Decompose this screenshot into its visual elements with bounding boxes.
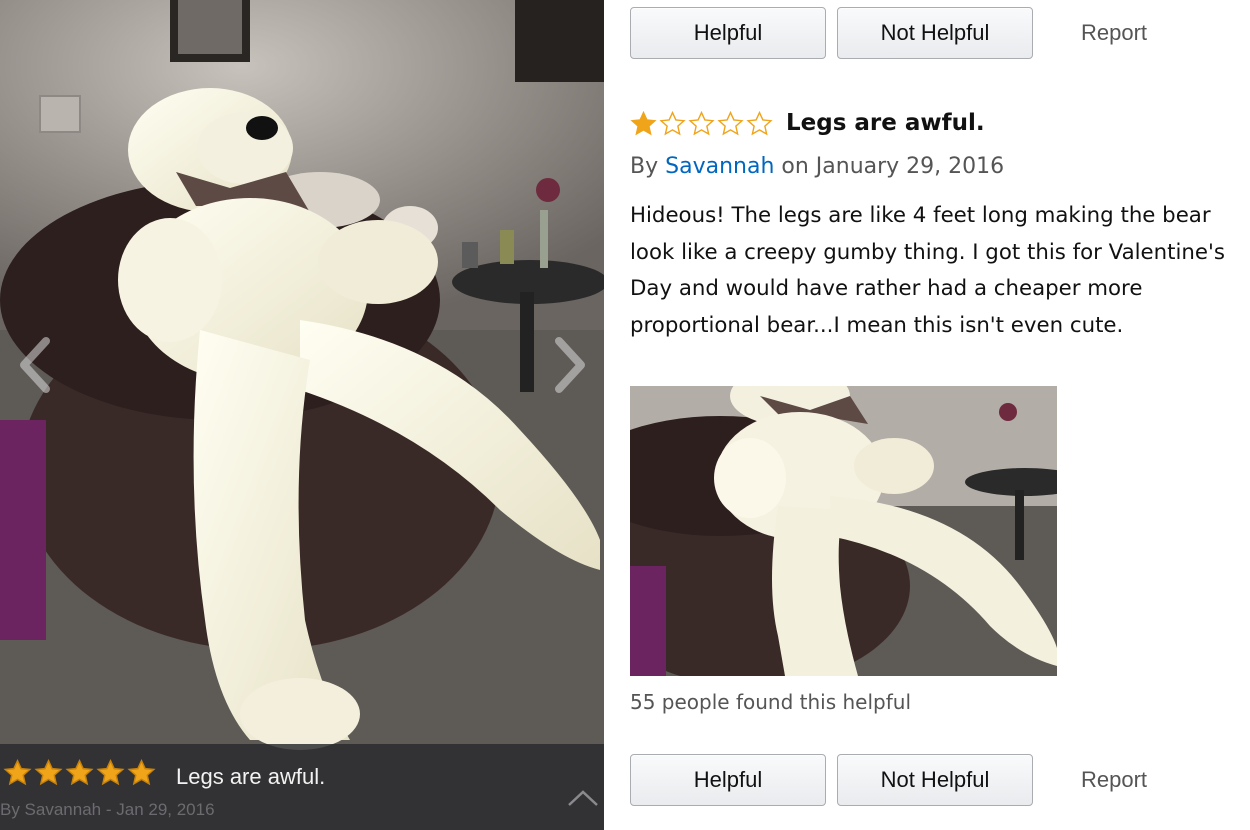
next-photo-button[interactable] (545, 330, 595, 400)
star-empty-icon (717, 110, 744, 136)
star-filled-icon (630, 110, 657, 136)
viewer-review-title: Legs are awful. (176, 764, 326, 789)
review-body: Hideous! The legs are like 4 feet long m… (630, 203, 1225, 338)
helpful-count: 55 people found this helpful (630, 690, 911, 714)
star-filled-icon (96, 758, 125, 786)
star-empty-icon (746, 110, 773, 136)
review-title[interactable]: Legs are awful. (786, 110, 985, 136)
teddy-bear-thumbnail-image (630, 386, 1057, 676)
star-filled-icon (3, 758, 32, 786)
helpful-button-top[interactable]: Helpful (630, 7, 826, 59)
report-link-top[interactable]: Report (1081, 20, 1147, 46)
author-link[interactable]: Savannah (665, 154, 774, 179)
previous-photo-button[interactable] (10, 330, 60, 400)
review-date: on January 29, 2016 (781, 154, 1005, 179)
not-helpful-button-bottom[interactable]: Not Helpful (837, 754, 1033, 806)
review-byline: By Savannah on January 29, 2016 (630, 154, 1004, 179)
chevron-up-icon (568, 790, 598, 806)
chevron-right-icon (555, 337, 585, 393)
helpful-button-bottom[interactable]: Helpful (630, 754, 826, 806)
star-filled-icon (127, 758, 156, 786)
report-link-bottom[interactable]: Report (1081, 767, 1147, 793)
review-photo-thumbnail[interactable] (630, 386, 1057, 676)
viewer-byline: By Savannah - Jan 29, 2016 (0, 800, 215, 819)
photo-caption-bar: Legs are awful. By Savannah - Jan 29, 20… (0, 744, 604, 830)
review-star-rating (629, 110, 774, 138)
collapse-caption-button[interactable] (566, 788, 600, 812)
not-helpful-button-top[interactable]: Not Helpful (837, 7, 1033, 59)
chevron-left-icon (20, 337, 50, 393)
star-empty-icon (659, 110, 686, 136)
photo-viewer: Legs are awful. By Savannah - Jan 29, 20… (0, 0, 604, 830)
byline-prefix: By (630, 154, 659, 179)
star-filled-icon (65, 758, 94, 786)
star-empty-icon (688, 110, 715, 136)
viewer-star-rating (2, 758, 157, 788)
star-filled-icon (34, 758, 63, 786)
teddy-bear-photo (0, 0, 604, 830)
